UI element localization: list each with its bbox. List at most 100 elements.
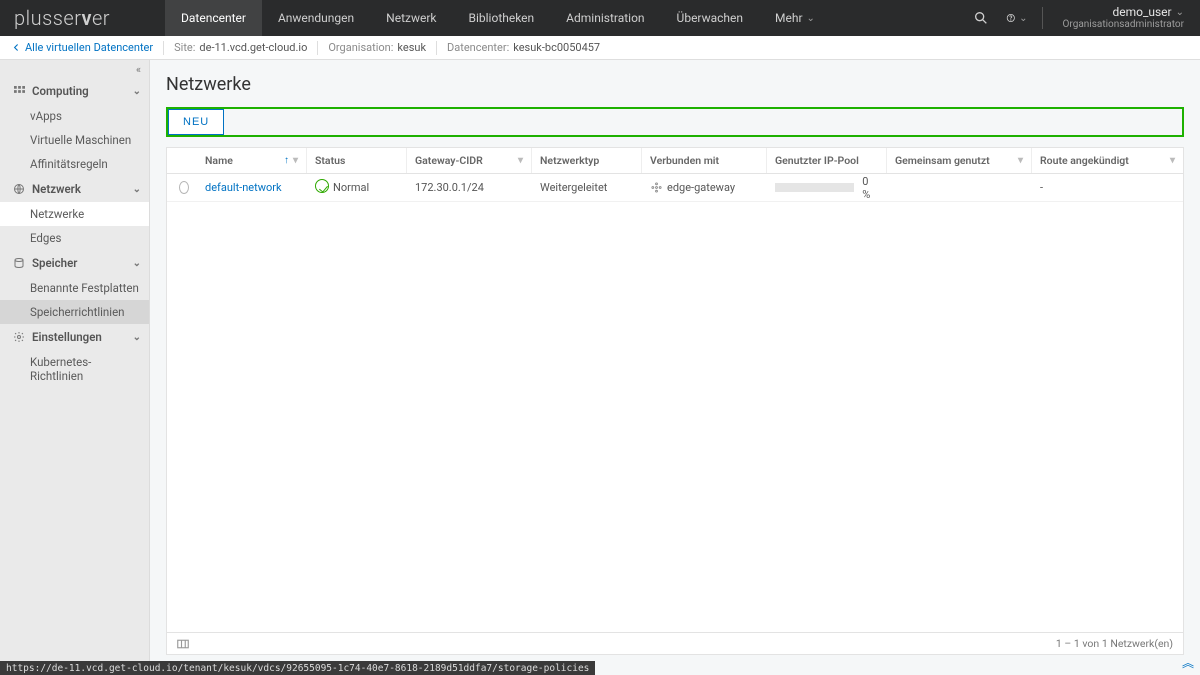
- cell-pool-text: 0 %: [862, 175, 879, 201]
- edge-gateway-icon: [650, 182, 662, 194]
- crumb-org-label: Organisation:: [328, 41, 393, 54]
- brand-logo: plusserver: [0, 0, 165, 36]
- col-select: [167, 148, 197, 173]
- sidebar-item-edges[interactable]: Edges: [0, 226, 149, 250]
- scroll-top-icon[interactable]: ︽: [1182, 654, 1194, 671]
- col-pool-label: Genutzter IP-Pool: [775, 154, 859, 167]
- network-name-link[interactable]: default-network: [205, 181, 282, 194]
- topnav-anwendungen[interactable]: Anwendungen: [262, 0, 370, 36]
- new-button[interactable]: NEU: [168, 109, 224, 135]
- help-icon[interactable]: ⌄: [1006, 7, 1028, 29]
- network-icon: [12, 182, 26, 196]
- col-gateway-label: Gateway-CIDR: [415, 154, 483, 167]
- topnav-bibliotheken[interactable]: Bibliotheken: [453, 0, 551, 36]
- ip-pool-bar: [775, 183, 854, 192]
- topnav-netzwerk[interactable]: Netzwerk: [370, 0, 452, 36]
- table-header: Name ↑ ▾ Status Gateway-CIDR ▾ Netzwerkt…: [167, 148, 1183, 174]
- divider: [1042, 7, 1043, 29]
- chevron-down-icon: ⌄: [133, 184, 141, 195]
- sidebar-section-speicher[interactable]: Speicher ⌄: [0, 250, 149, 276]
- sidebar-item-vapps[interactable]: vApps: [0, 104, 149, 128]
- sidebar-item-kubernetes-richtlinien[interactable]: Kubernetes-Richtlinien: [0, 350, 149, 388]
- cell-advertised: -: [1032, 181, 1183, 194]
- storage-icon: [12, 256, 26, 270]
- topnav-administration[interactable]: Administration: [550, 0, 660, 36]
- topnav-ueberwachen[interactable]: Überwachen: [661, 0, 759, 36]
- col-type[interactable]: Netzwerktyp: [532, 148, 642, 173]
- breadcrumb-back[interactable]: Alle virtuellen Datencenter: [12, 41, 153, 54]
- col-status-label: Status: [315, 154, 345, 167]
- cell-connected-text: edge-gateway: [667, 181, 735, 194]
- col-name[interactable]: Name ↑ ▾: [197, 148, 307, 173]
- sidebar-item-benannte-festplatten[interactable]: Benannte Festplatten: [0, 276, 149, 300]
- page-title: Netzwerke: [166, 74, 1184, 95]
- breadcrumb-back-label: Alle virtuellen Datencenter: [25, 41, 153, 54]
- col-connected[interactable]: Verbunden mit: [642, 148, 767, 173]
- sidebar: « Computing ⌄ vApps Virtuelle Maschinen …: [0, 60, 150, 661]
- crumb-dc-label: Datencenter:: [447, 41, 509, 54]
- crumb-dc-value: kesuk-bc0050457: [513, 41, 600, 54]
- chevron-down-icon: ⌄: [133, 332, 141, 343]
- brand-text-2: v: [81, 6, 92, 30]
- filter-icon[interactable]: ▾: [518, 155, 523, 166]
- brand-text-3: er: [92, 6, 110, 30]
- sidebar-section-label: Netzwerk: [32, 182, 81, 196]
- col-connected-label: Verbunden mit: [650, 154, 719, 167]
- sidebar-item-virtuelle-maschinen[interactable]: Virtuelle Maschinen: [0, 128, 149, 152]
- top-bar: plusserver Datencenter Anwendungen Netzw…: [0, 0, 1200, 36]
- col-gateway[interactable]: Gateway-CIDR ▾: [407, 148, 532, 173]
- sort-asc-icon[interactable]: ↑: [284, 155, 289, 166]
- filter-icon[interactable]: ▾: [1170, 155, 1175, 166]
- chevron-down-icon: ⌄: [1019, 13, 1027, 24]
- status-text: Normal: [333, 181, 369, 194]
- topnav-datencenter[interactable]: Datencenter: [165, 0, 262, 36]
- search-icon[interactable]: [970, 7, 992, 29]
- table-row[interactable]: default-network Normal 172.30.0.1/24 Wei…: [167, 174, 1183, 202]
- columns-icon[interactable]: [177, 639, 189, 649]
- filter-icon[interactable]: ▾: [1018, 155, 1023, 166]
- col-type-label: Netzwerktyp: [540, 154, 599, 167]
- sidebar-collapse-icon[interactable]: «: [0, 60, 149, 78]
- col-name-label: Name: [205, 154, 233, 167]
- top-nav: Datencenter Anwendungen Netzwerk Bibliot…: [165, 0, 831, 36]
- user-role: Organisationsadministrator: [1063, 19, 1184, 30]
- table-body: default-network Normal 172.30.0.1/24 Wei…: [167, 174, 1183, 632]
- col-advertised-label: Route angekündigt: [1040, 154, 1129, 167]
- col-status[interactable]: Status: [307, 148, 407, 173]
- cell-connected: edge-gateway: [642, 181, 767, 194]
- gear-icon: [12, 330, 26, 344]
- crumb-org-value: kesuk: [397, 41, 426, 54]
- crumb-site-value: de-11.vcd.get-cloud.io: [199, 41, 307, 54]
- networks-table: Name ↑ ▾ Status Gateway-CIDR ▾ Netzwerkt…: [166, 147, 1184, 655]
- col-pool[interactable]: Genutzter IP-Pool: [767, 148, 887, 173]
- new-button-highlight: NEU: [166, 107, 1184, 137]
- sidebar-item-speicherrichtlinien[interactable]: Speicherrichtlinien: [0, 300, 149, 324]
- col-shared-label: Gemeinsam genutzt: [895, 154, 990, 167]
- sidebar-section-einstellungen[interactable]: Einstellungen ⌄: [0, 324, 149, 350]
- sidebar-section-netzwerk[interactable]: Netzwerk ⌄: [0, 176, 149, 202]
- cell-type: Weitergeleitet: [532, 181, 642, 194]
- cell-gateway: 172.30.0.1/24: [407, 181, 532, 194]
- filter-icon[interactable]: ▾: [293, 155, 298, 166]
- breadcrumb-bar: Alle virtuellen Datencenter Site: de-11.…: [0, 36, 1200, 60]
- col-advertised[interactable]: Route angekündigt ▾: [1032, 148, 1183, 173]
- chevron-down-icon: ⌄: [807, 13, 815, 24]
- sidebar-item-affinitaetsregeln[interactable]: Affinitätsregeln: [0, 152, 149, 176]
- col-shared[interactable]: Gemeinsam genutzt ▾: [887, 148, 1032, 173]
- main-content: Netzwerke NEU Name ↑ ▾ Status Gateway-CI…: [150, 60, 1200, 661]
- chevron-down-icon: ⌄: [133, 86, 141, 97]
- radio-icon[interactable]: [179, 181, 189, 194]
- sidebar-section-label: Einstellungen: [32, 330, 102, 344]
- crumb-site-label: Site:: [174, 41, 195, 54]
- top-actions: ⌄ demo_user ⌄ Organisationsadministrator: [970, 6, 1200, 30]
- brand-text-1: plusser: [14, 6, 81, 30]
- row-select[interactable]: [167, 181, 197, 194]
- topnav-mehr[interactable]: Mehr ⌄: [759, 0, 831, 36]
- sidebar-section-label: Speicher: [32, 256, 77, 270]
- user-menu[interactable]: demo_user ⌄ Organisationsadministrator: [1057, 6, 1190, 30]
- sidebar-section-label: Computing: [32, 84, 89, 98]
- table-footer-text: 1 – 1 von 1 Netzwerk(en): [1056, 637, 1173, 650]
- sidebar-section-computing[interactable]: Computing ⌄: [0, 78, 149, 104]
- chevron-down-icon: ⌄: [1176, 7, 1184, 18]
- sidebar-item-netzwerke[interactable]: Netzwerke: [0, 202, 149, 226]
